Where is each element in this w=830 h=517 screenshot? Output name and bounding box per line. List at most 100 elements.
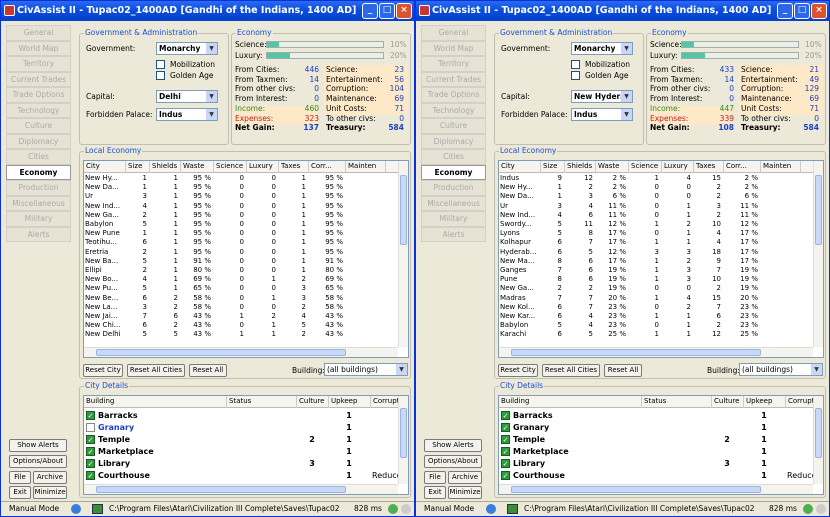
table-row[interactable]: New Chi... 6 2 43 % 0 1 5 43 % — [84, 321, 400, 330]
reset-all-cities-button[interactable]: Reset All Cities — [127, 364, 185, 377]
column-header[interactable]: Taxes — [279, 161, 309, 173]
nav-item-world-map[interactable]: World Map — [6, 40, 71, 56]
nav-item-cities[interactable]: Cities — [6, 149, 71, 165]
building-row[interactable]: ✓ Library 3 1 — [499, 458, 815, 470]
table-row[interactable]: New Pune 1 1 95 % 0 0 1 95 % — [84, 229, 400, 238]
building-checkbox[interactable]: ✓ — [86, 459, 95, 468]
nav-item-cities[interactable]: Cities — [421, 149, 486, 165]
building-row[interactable]: ✓ Library 3 1 — [84, 458, 400, 470]
capital-select[interactable]: Delhi ▼ — [156, 90, 218, 103]
table-row[interactable]: Eretria 2 1 95 % 0 0 1 95 % — [84, 248, 400, 257]
refresh-icon[interactable] — [486, 504, 496, 514]
nav-item-military[interactable]: Military — [6, 211, 71, 227]
luxury-slider[interactable] — [681, 52, 799, 59]
local-economy-table[interactable]: City Size Shields Waste Science Luxury Taxes Co… — [83, 160, 409, 358]
table-row[interactable]: Hyderab... 6 5 12 % 3 3 18 17 % — [499, 248, 815, 257]
stop-icon[interactable] — [401, 504, 411, 514]
forbidden-palace-select[interactable]: Indus ▼ — [571, 108, 633, 121]
building-checkbox[interactable]: ✓ — [86, 435, 95, 444]
column-header[interactable]: Shields — [150, 161, 181, 173]
table-row[interactable]: New Delhi 5 5 43 % 1 1 2 43 % — [84, 330, 400, 339]
building-row[interactable]: ✓ Marketplace 1 — [84, 446, 400, 458]
column-header[interactable]: Waste — [181, 161, 214, 173]
column-header[interactable]: Culture — [712, 396, 744, 408]
scrollbar-thumb[interactable] — [96, 486, 346, 493]
column-header[interactable]: Science — [214, 161, 247, 173]
column-header[interactable]: Size — [541, 161, 565, 173]
nav-item-general[interactable]: General — [6, 25, 71, 41]
table-row[interactable]: New Bo... 4 1 69 % 0 1 2 69 % — [84, 275, 400, 284]
table-row[interactable]: New Ma... 8 6 17 % 1 2 9 17 % — [499, 257, 815, 266]
table-row[interactable]: New Da... 1 3 6 % 0 0 2 6 % — [499, 192, 815, 201]
horizontal-scrollbar[interactable] — [84, 347, 398, 357]
column-header[interactable]: Culture — [297, 396, 329, 408]
table-row[interactable]: New Jai... 7 6 43 % 1 2 4 43 % — [84, 312, 400, 321]
table-row[interactable]: New Ba... 5 1 91 % 0 0 1 91 % — [84, 257, 400, 266]
building-row[interactable]: ✓ Granary 1 — [499, 422, 815, 434]
archive-button[interactable]: Archive — [448, 471, 482, 484]
column-header[interactable]: Building — [84, 396, 227, 408]
scrollbar-thumb[interactable] — [815, 408, 822, 458]
nav-item-diplomacy[interactable]: Diplomacy — [6, 133, 71, 149]
column-header[interactable]: City — [499, 161, 541, 173]
exit-button[interactable]: Exit — [424, 486, 446, 499]
show-alerts-button[interactable]: Show Alerts — [424, 439, 482, 452]
nav-item-military[interactable]: Military — [421, 211, 486, 227]
show-alerts-button[interactable]: Show Alerts — [9, 439, 67, 452]
scrollbar-thumb[interactable] — [96, 349, 346, 356]
building-checkbox[interactable]: ✓ — [86, 411, 95, 420]
scrollbar-thumb[interactable] — [511, 349, 761, 356]
golden-age-checkbox[interactable] — [156, 71, 165, 80]
nav-item-production[interactable]: Production — [6, 180, 71, 196]
nav-item-alerts[interactable]: Alerts — [6, 226, 71, 242]
maximize-window-icon[interactable]: □ — [794, 3, 810, 19]
building-row[interactable]: ✓ Marketplace 1 — [499, 446, 815, 458]
building-checkbox[interactable]: ✓ — [501, 423, 510, 432]
column-header[interactable]: Status — [227, 396, 297, 408]
column-header[interactable]: Corr... — [724, 161, 761, 173]
file-button[interactable]: File — [9, 471, 31, 484]
column-header[interactable]: Mainten — [761, 161, 801, 173]
column-header[interactable]: Building — [499, 396, 642, 408]
play-icon[interactable] — [803, 504, 813, 514]
local-economy-table[interactable]: City Size Shields Waste Science Luxury Taxes Co… — [498, 160, 824, 358]
forbidden-palace-select[interactable]: Indus ▼ — [156, 108, 218, 121]
vertical-scrollbar[interactable] — [398, 396, 408, 484]
minimize-button[interactable]: Minimize — [33, 486, 67, 499]
table-row[interactable]: New Hy... 1 1 95 % 0 0 1 95 % — [84, 174, 400, 183]
title-bar[interactable]: CivAssist II - Tupac02_1400AD [Gandhi of… — [416, 1, 829, 21]
refresh-icon[interactable] — [71, 504, 81, 514]
options-about-button[interactable]: Options/About — [424, 455, 482, 468]
nav-item-general[interactable]: General — [421, 25, 486, 41]
building-checkbox[interactable]: ✓ — [86, 471, 95, 480]
nav-item-miscellaneous[interactable]: Miscellaneous — [6, 195, 71, 211]
nav-item-technology[interactable]: Technology — [421, 102, 486, 118]
column-header[interactable]: Corr... — [309, 161, 346, 173]
reset-city-button[interactable]: Reset City — [83, 364, 123, 377]
column-header[interactable]: Status — [642, 396, 712, 408]
table-row[interactable]: Lyons 5 8 17 % 0 1 4 17 % — [499, 229, 815, 238]
exit-button[interactable]: Exit — [9, 486, 31, 499]
city-details-table[interactable]: Building Status Culture Upkeep Corrupti ✓ Barr… — [498, 395, 824, 495]
reset-all-button[interactable]: Reset All — [189, 364, 227, 377]
nav-item-current-trades[interactable]: Current Trades — [421, 71, 486, 87]
table-row[interactable]: New Pu... 5 1 65 % 0 0 3 65 % — [84, 284, 400, 293]
column-header[interactable]: Luxury — [247, 161, 279, 173]
horizontal-scrollbar[interactable] — [499, 484, 813, 494]
science-slider[interactable] — [266, 41, 384, 48]
table-row[interactable]: Ganges 7 6 19 % 1 3 7 19 % — [499, 266, 815, 275]
table-row[interactable]: New Da... 1 1 95 % 0 0 1 95 % — [84, 183, 400, 192]
nav-item-territory[interactable]: Territory — [421, 56, 486, 72]
city-details-table[interactable]: Building Status Culture Upkeep Corrupti ✓ Barr… — [83, 395, 409, 495]
building-row[interactable]: ✓Courthouse 1 Reduce — [499, 470, 815, 482]
nav-item-trade-options[interactable]: Trade Options — [6, 87, 71, 103]
building-row[interactable]: ✓ Temple 2 1 — [499, 434, 815, 446]
maximize-window-icon[interactable]: □ — [379, 3, 395, 19]
play-icon[interactable] — [388, 504, 398, 514]
nav-item-alerts[interactable]: Alerts — [421, 226, 486, 242]
table-row[interactable]: New Ga... 2 2 19 % 0 0 2 19 % — [499, 284, 815, 293]
building-checkbox[interactable]: ✓ — [501, 435, 510, 444]
column-header[interactable]: Waste — [596, 161, 629, 173]
scrollbar-thumb[interactable] — [400, 408, 407, 458]
close-window-icon[interactable]: × — [396, 3, 412, 19]
